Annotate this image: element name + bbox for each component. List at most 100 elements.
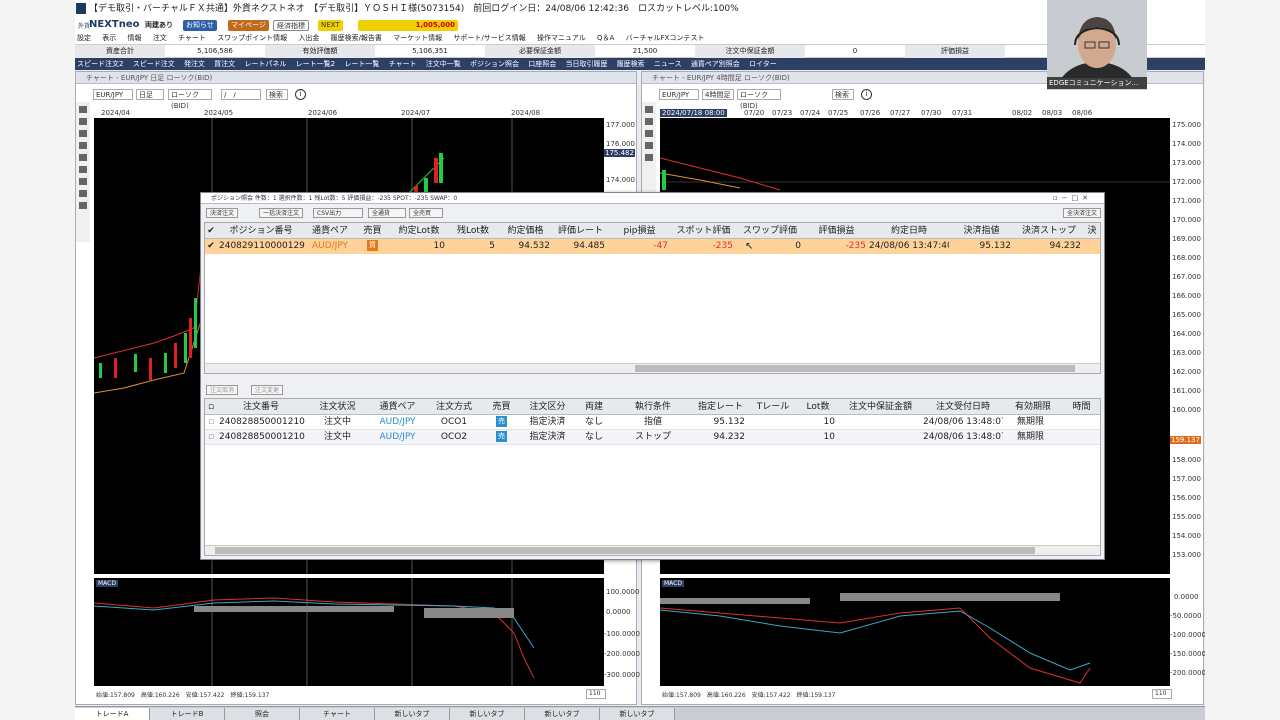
toolbar-rate-list[interactable]: レート一覧 [344,60,379,68]
menu-market[interactable]: マーケット情報 [393,34,442,42]
menu-chart[interactable]: チャート [178,34,206,42]
left-timeframe-select[interactable]: 日足 [136,89,164,100]
menu-settings[interactable]: 設定 [77,34,91,42]
col-overflow[interactable]: 決 [1084,223,1100,239]
modify-order-button[interactable]: 注文変更 [251,385,284,395]
line-tool-icon[interactable] [645,118,653,125]
positions-scrollbar[interactable] [205,363,1100,373]
toolbar-rate-panel[interactable]: レートパネル [244,60,286,68]
menu-info[interactable]: 情報 [127,34,141,42]
tab-new[interactable]: 新しいタブ [450,708,525,720]
eye-icon[interactable] [79,190,87,197]
col-received[interactable]: 注文受付日時 [923,399,1003,415]
col-entry-price[interactable]: 約定価格 [498,223,553,239]
right-info-icon[interactable]: i [861,89,872,100]
left-charttype-select[interactable]: ローソク(BID) [168,89,212,110]
col-swap[interactable]: スワップ評価 [736,223,804,239]
print-icon[interactable] [79,202,87,209]
notice-button[interactable]: お知らせ [183,20,217,31]
col-time[interactable]: 時間 [1063,399,1100,415]
grid-tool-icon[interactable] [79,178,87,185]
col-side[interactable]: 売買 [355,223,390,239]
left-info-icon[interactable]: i [295,89,306,100]
fib-tool-icon[interactable] [79,154,87,161]
economic-button[interactable]: 経済指標 [273,20,309,31]
col-pair[interactable]: 通貨ペア [305,223,355,239]
text-tool-icon[interactable] [79,166,87,173]
zoom-in-icon[interactable] [79,130,87,137]
cursor-tool-icon[interactable] [645,106,653,113]
col-rate[interactable]: 指定レート [693,399,748,415]
col-pair[interactable]: 通貨ペア [370,399,425,415]
promo-next-banner[interactable]: NEXT [318,20,343,31]
mypage-button[interactable]: マイページ [228,20,269,31]
toolbar-history-search[interactable]: 履歴検索 [617,60,645,68]
col-margin[interactable]: 注文中保証金額 [838,399,923,415]
right-zoom-value[interactable]: 110 [1152,689,1172,699]
left-pair-select[interactable]: EUR/JPY [93,89,133,100]
col-pip-pl[interactable]: pip損益 [608,223,671,239]
side-filter-select[interactable]: 全売買 [409,208,443,218]
cancel-order-button[interactable]: 注文取消 [206,385,239,395]
right-search-button[interactable]: 検索 [832,89,854,100]
tab-trade-b[interactable]: トレードB [150,708,225,720]
col-kind[interactable]: 注文区分 [520,399,575,415]
toolbar-news[interactable]: ニュース [654,60,682,68]
fib-tool-icon[interactable] [645,154,653,161]
menu-deposit[interactable]: 入出金 [298,34,319,42]
cursor-tool-icon[interactable] [79,106,87,113]
col-exec-date[interactable]: 約定日時 [869,223,949,239]
toolbar-positions[interactable]: ポジション照会 [470,60,519,68]
tab-new[interactable]: 新しいタブ [375,708,450,720]
menu-manual[interactable]: 操作マニュアル [537,34,586,42]
toolbar-speed-order2[interactable]: スピード注文2 [77,60,123,68]
table-row[interactable]: ▫ 240828850001​2109 注文中 AUD/JPY OCO1 売 指… [205,415,1100,430]
toolbar-reuters[interactable]: ロイター [749,60,777,68]
settle-order-button[interactable]: 決済注文 [206,208,239,218]
select-all-orders-checkbox[interactable]: ▫ [205,399,217,415]
menu-history[interactable]: 履歴検索/報告書 [331,34,382,42]
col-remaining-lot[interactable]: 残Lot数 [448,223,498,239]
row-checkbox[interactable]: ▫ [205,415,217,430]
line-tool-icon[interactable] [79,118,87,125]
left-zoom-value[interactable]: 110 [586,689,606,699]
toolbar-account[interactable]: 口座照会 [528,60,556,68]
menu-qa[interactable]: Q＆A [597,34,614,42]
positions-scroll-thumb[interactable] [635,365,1075,372]
toolbar-pair-query[interactable]: 通貨ペア別照会 [691,60,740,68]
menu-swap[interactable]: スワップポイント情報 [217,34,287,42]
tab-chart[interactable]: チャート [300,708,375,720]
toolbar-speed-order[interactable]: スピード注文 [133,60,175,68]
table-row[interactable]: ▫ 240828850001​2109 注文中 AUD/JPY OCO2 売 指… [205,430,1100,445]
tab-trade-a[interactable]: トレードA [75,708,150,720]
csv-export-button[interactable]: CSV出力 [313,208,363,218]
row-checkbox[interactable]: ✔ [205,239,217,254]
dialog-window-controls[interactable]: ▫−□✕ [1053,194,1101,203]
col-valuation-rate[interactable]: 評価レート [553,223,608,239]
tab-new[interactable]: 新しいタブ [525,708,600,720]
col-lot[interactable]: Lot数 [798,399,838,415]
col-lot[interactable]: 約定Lot数 [390,223,448,239]
left-macd-chart[interactable]: MACD [94,578,604,686]
col-condition[interactable]: 執行条件 [613,399,693,415]
zoom-in-icon[interactable] [645,130,653,137]
col-trail[interactable]: Tレール [748,399,798,415]
col-expiry[interactable]: 有効期限 [1003,399,1063,415]
row-checkbox[interactable]: ▫ [205,430,217,445]
table-row[interactable]: ✔ 2408291100001294 AUD/JPY 買 10 5 94.532… [205,239,1100,254]
orders-scrollbar[interactable] [205,545,1100,555]
col-position-id[interactable]: ポジション番号 [217,223,305,239]
col-stop[interactable]: 決済ストップ [1014,223,1084,239]
tab-new[interactable]: 新しいタブ [600,708,675,720]
right-charttype-select[interactable]: ローソク(BID) [737,89,781,110]
orders-scroll-thumb[interactable] [215,547,1035,554]
menu-view[interactable]: 表示 [102,34,116,42]
col-spot[interactable]: スポット評価 [671,223,736,239]
col-status[interactable]: 注文状況 [305,399,370,415]
tab-query[interactable]: 照会 [225,708,300,720]
menu-order[interactable]: 注文 [153,34,167,42]
col-method[interactable]: 注文方式 [425,399,483,415]
col-order-id[interactable]: 注文番号 [217,399,305,415]
promo-amount-banner[interactable]: 1,005,000 [358,20,458,31]
toolbar-buy-order[interactable]: 買注文 [214,60,235,68]
